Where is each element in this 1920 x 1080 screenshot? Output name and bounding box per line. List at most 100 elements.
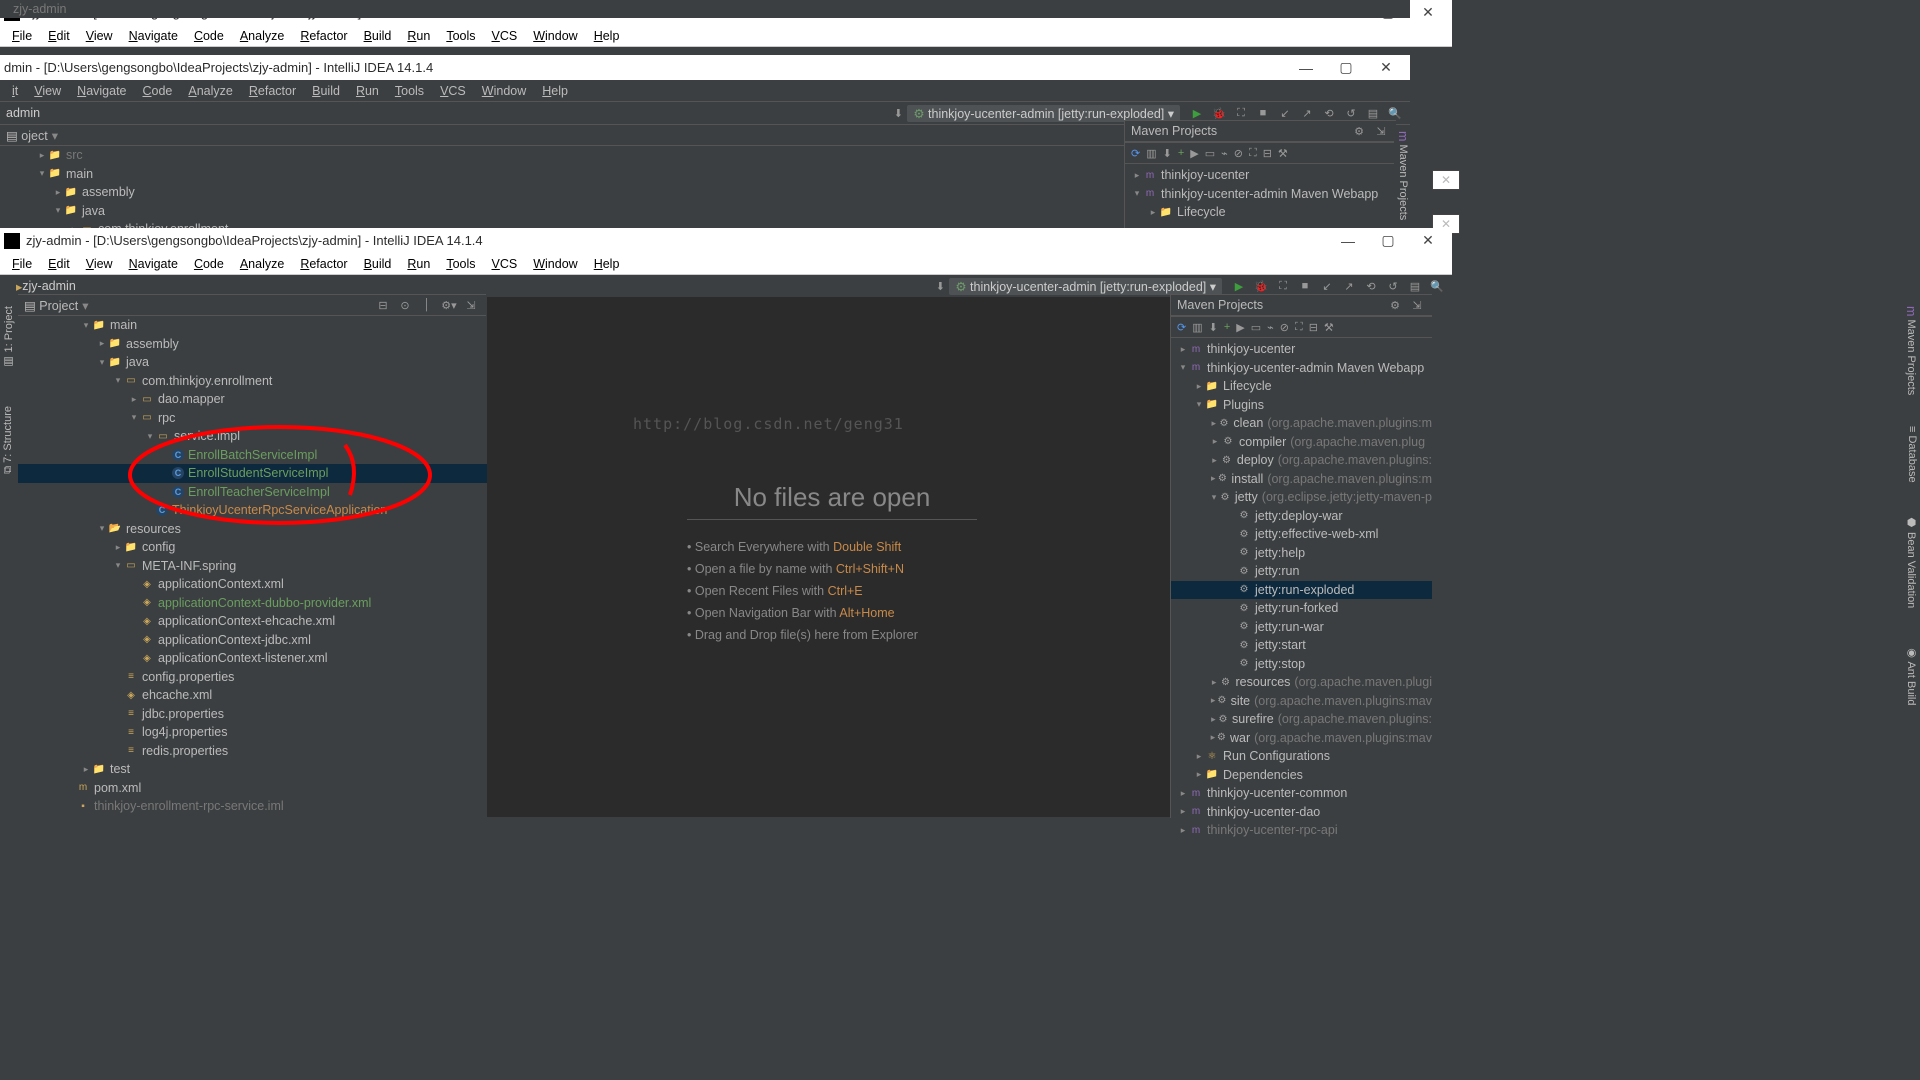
twisty-icon[interactable]: ▾ [128, 412, 140, 423]
project-panel-title[interactable]: ▤ Project [24, 298, 78, 313]
twisty-icon[interactable]: ▾ [36, 168, 48, 179]
gear-icon[interactable]: ⚙ [1386, 296, 1404, 314]
hide-panel-icon[interactable]: ⇲ [1408, 296, 1426, 314]
close-button[interactable]: ✕ [1408, 228, 1448, 253]
twisty-icon[interactable]: ▸ [128, 394, 140, 405]
menu-help[interactable]: Help [586, 27, 628, 45]
project-tree[interactable]: ▾📁main▸📁assembly▾📁java▾▭com.thinkjoy.enr… [18, 316, 503, 816]
menu-run[interactable]: Run [399, 255, 438, 273]
twisty-icon[interactable]: ▾ [1193, 399, 1205, 410]
show-deps-icon[interactable]: ⛶ [1249, 147, 1257, 160]
twisty-icon[interactable]: ▸ [52, 187, 64, 198]
maven-projects-tab[interactable]: m Maven Projects [1902, 300, 1920, 401]
show-deps-icon[interactable]: ⛶ [1295, 321, 1303, 334]
maven-node[interactable]: ⚙jetty:deploy-war [1171, 507, 1432, 526]
maven-node[interactable]: ▾📁Plugins [1171, 396, 1432, 415]
menu-build[interactable]: Build [304, 82, 348, 100]
maximize-button[interactable]: ▢ [1368, 228, 1408, 253]
twisty-icon[interactable]: ▸ [1209, 473, 1217, 484]
menu-vcs[interactable]: VCS [432, 82, 474, 100]
tree-node[interactable]: ▾📂resources [18, 520, 503, 539]
project-panel-title[interactable]: ▤ oject [6, 128, 48, 143]
tree-node[interactable]: ▾📁main [0, 165, 485, 184]
close-button[interactable]: ✕ [1366, 55, 1406, 80]
menu-it[interactable]: it [4, 82, 26, 100]
tree-node[interactable]: ▸📁assembly [18, 335, 503, 354]
twisty-icon[interactable]: ▸ [1209, 714, 1218, 725]
project-tree-window2[interactable]: ▸📁src▾📁main▸📁assembly▾📁java▸▭com.thinkjo… [0, 146, 485, 236]
twisty-icon[interactable]: ▾ [144, 431, 156, 442]
collapse-icon[interactable]: ⊟ [1309, 321, 1318, 334]
generate-icon[interactable]: ▥ [1146, 147, 1156, 160]
vcs-revert-icon[interactable]: ↺ [1384, 277, 1402, 295]
menu-code[interactable]: Code [186, 27, 232, 45]
menu-refactor[interactable]: Refactor [241, 82, 304, 100]
menu-build[interactable]: Build [356, 255, 400, 273]
twisty-icon[interactable]: ▸ [1209, 455, 1220, 466]
tree-node[interactable]: ◈applicationContext-ehcache.xml [18, 612, 503, 631]
twisty-icon[interactable]: ▾ [1209, 492, 1219, 503]
twisty-icon[interactable]: ▸ [1147, 207, 1159, 218]
maven-node[interactable]: ▸⚙resources(org.apache.maven.plugi [1171, 673, 1432, 692]
detached-close-button-1[interactable]: ✕ [1432, 170, 1460, 190]
twisty-icon[interactable]: ▸ [1177, 344, 1189, 355]
menu-edit[interactable]: Edit [40, 27, 78, 45]
maven-node[interactable]: ⚙jetty:stop [1171, 655, 1432, 674]
twisty-icon[interactable]: ▸ [1131, 170, 1143, 181]
project-view-dropdown-icon[interactable]: ▾ [52, 128, 58, 143]
maven-node[interactable]: ▾mthinkjoy-ucenter-admin Maven Webapp [1171, 359, 1432, 378]
maven-node[interactable]: ▾mthinkjoy-ucenter-admin Maven Webapp [1125, 185, 1396, 204]
skip-tests-icon[interactable]: ⊘ [1280, 321, 1289, 334]
maven-node[interactable]: ▾⚙jetty(org.eclipse.jetty:jetty-maven-p [1171, 488, 1432, 507]
tree-node[interactable]: ▸▭dao.mapper [18, 390, 503, 409]
maven-node[interactable]: ▸⚙install(org.apache.maven.plugins:m [1171, 470, 1432, 489]
generate-icon[interactable]: ▥ [1192, 321, 1202, 334]
menu-window[interactable]: Window [525, 27, 585, 45]
menu-run[interactable]: Run [399, 27, 438, 45]
maven-node[interactable]: ⚙jetty:run-forked [1171, 599, 1432, 618]
tree-node[interactable]: ◈applicationContext-listener.xml [18, 649, 503, 668]
run-icon[interactable]: ▶ [1190, 147, 1198, 160]
menu-analyze[interactable]: Analyze [232, 27, 292, 45]
scroll-from-source-icon[interactable]: ⊙ [396, 296, 414, 314]
maven-node[interactable]: ⚙jetty:start [1171, 636, 1432, 655]
maven-node[interactable]: ▸📁Dependencies [1171, 766, 1432, 785]
maven-node[interactable]: ▸mthinkjoy-ucenter [1125, 166, 1396, 185]
tree-node[interactable]: ≡log4j.properties [18, 723, 503, 742]
maven-node[interactable]: ⚙jetty:help [1171, 544, 1432, 563]
tree-node[interactable]: ◈applicationContext-dubbo-provider.xml [18, 594, 503, 613]
collapse-icon[interactable]: ⊟ [1263, 147, 1272, 160]
maven-tree[interactable]: ▸mthinkjoy-ucenter▾mthinkjoy-ucenter-adm… [1171, 338, 1432, 842]
execute-icon[interactable]: ▭ [1205, 147, 1215, 160]
stop-icon[interactable]: ■ [1296, 277, 1314, 295]
add-icon[interactable]: + [1224, 321, 1230, 333]
close-button[interactable]: ✕ [1408, 0, 1448, 25]
twisty-icon[interactable]: ▸ [112, 542, 124, 553]
maven-node[interactable]: ▸📁Lifecycle [1171, 377, 1432, 396]
menu-tools[interactable]: Tools [438, 27, 483, 45]
make-icon[interactable]: ⬇ [931, 277, 949, 295]
collapse-all-icon[interactable]: ⊟ [374, 296, 392, 314]
maven-node[interactable]: ▸mthinkjoy-ucenter-dao [1171, 803, 1432, 822]
maven-node[interactable]: ▸mthinkjoy-ucenter [1171, 340, 1432, 359]
tree-node[interactable]: ▾📁main [18, 316, 503, 335]
project-view-dropdown-icon[interactable]: ▾ [82, 298, 88, 313]
maven-node[interactable]: ▸⚙war(org.apache.maven.plugins:mav [1171, 729, 1432, 748]
twisty-icon[interactable]: ▸ [1209, 695, 1217, 706]
project-tab[interactable]: ▤ 1: Project [0, 300, 17, 375]
ant-build-tab[interactable]: ◉ Ant Build [1903, 640, 1920, 711]
menu-file[interactable]: File [4, 255, 40, 273]
download-icon[interactable]: ⬇ [1163, 147, 1172, 160]
twisty-icon[interactable]: ▸ [1209, 418, 1218, 429]
twisty-icon[interactable]: ▾ [52, 205, 64, 216]
bean-validation-tab[interactable]: ⬢ Bean Validation [1903, 510, 1920, 614]
minimize-button[interactable]: — [1328, 228, 1368, 253]
run-icon[interactable]: ▶ [1236, 321, 1244, 334]
tree-node[interactable]: ◈applicationContext.xml [18, 575, 503, 594]
menu-analyze[interactable]: Analyze [180, 82, 240, 100]
maven-node[interactable]: ▸⚙compiler(org.apache.maven.plug [1171, 433, 1432, 452]
twisty-icon[interactable]: ▸ [1193, 769, 1205, 780]
menu-analyze[interactable]: Analyze [232, 255, 292, 273]
menu-view[interactable]: View [26, 82, 69, 100]
menu-code[interactable]: Code [135, 82, 181, 100]
